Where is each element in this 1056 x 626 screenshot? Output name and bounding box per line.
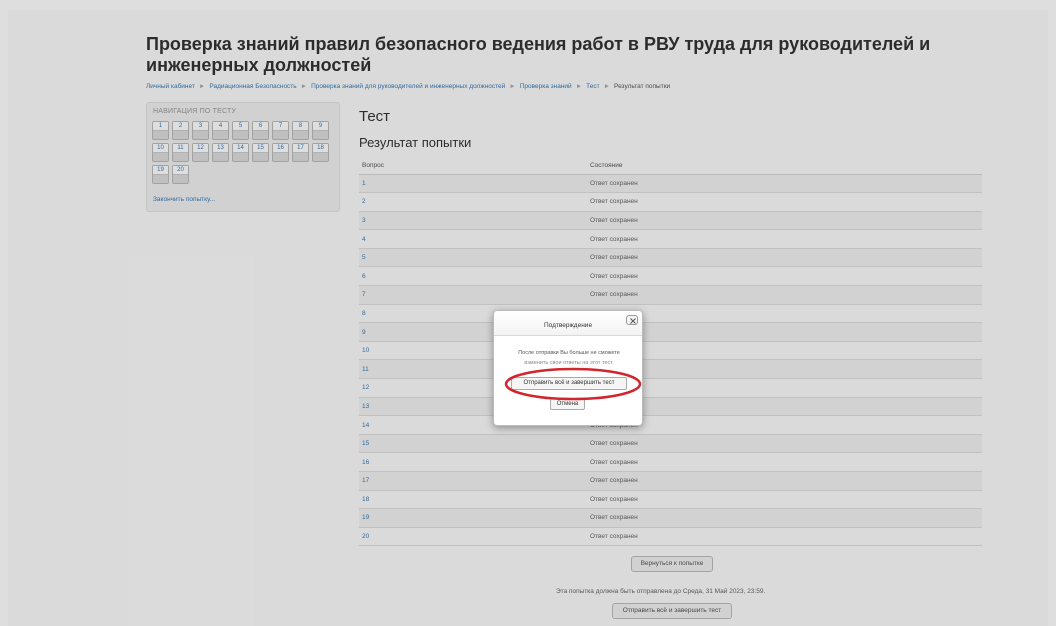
dialog-cancel-button[interactable]: Отмена [550,398,585,410]
dialog-message-line: изменить свои ответы на этот тест. [524,360,614,366]
confirmation-dialog: Подтверждение После отправки Вы больше н… [493,310,643,426]
dialog-message-line: После отправки Вы больше не сможете [518,350,620,356]
dialog-message: После отправки Вы больше не сможете изме… [502,348,636,368]
dialog-header: Подтверждение [494,311,642,336]
close-icon[interactable] [626,315,638,325]
dialog-submit-button[interactable]: Отправить всё и завершить тест [511,377,627,390]
dialog-title: Подтверждение [543,322,593,329]
